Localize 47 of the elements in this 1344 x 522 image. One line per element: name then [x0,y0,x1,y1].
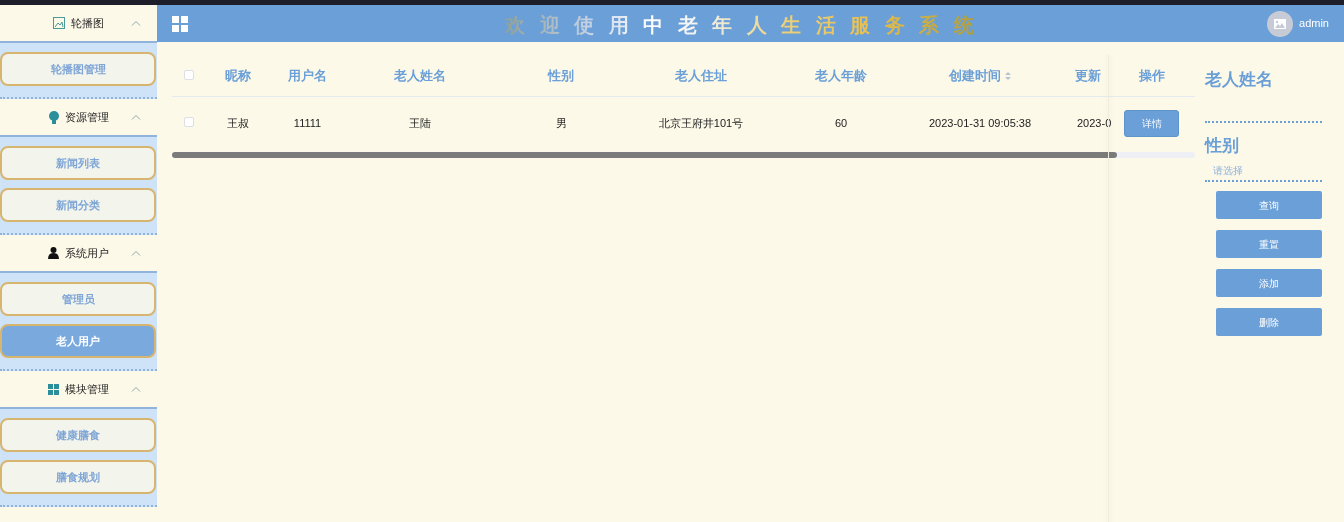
bulb-icon [48,110,59,124]
action-button[interactable]: 删除 [1216,308,1322,336]
menu-item[interactable]: 新闻分类 [0,188,156,222]
menu-item[interactable]: 管理员 [0,282,156,316]
username[interactable]: admin [1299,15,1329,32]
table-cell: 11111 [293,117,322,130]
table-cell: 北京王府井101号 [658,117,744,130]
column-header: 操作 [1138,67,1165,83]
action-button[interactable]: 重置 [1216,230,1322,258]
table-cell: 2023-01-31 09:05:38 [928,117,1032,130]
table-cell: 60 [834,117,848,130]
sort-icon[interactable] [1004,72,1011,81]
action-button[interactable]: 添加 [1216,269,1322,297]
field-label: 性别 [1205,134,1240,157]
horizontal-scrollbar[interactable] [172,152,1195,158]
checkbox[interactable] [183,117,194,128]
column-header: 老人姓名 [394,67,446,83]
action-button[interactable]: 查询 [1216,191,1322,219]
menu-item[interactable]: 新闻列表 [0,146,156,180]
field-label: 老人姓名 [1205,69,1274,91]
caret-icon [131,114,141,120]
sortable-column-header[interactable]: 创建时间 [949,67,1011,83]
menu-icon[interactable] [172,15,188,32]
user-icon [48,247,59,259]
caret-icon [131,386,141,392]
table-cell: 王叔 [226,117,249,130]
column-header: 昵称 [224,67,251,83]
select-field[interactable]: 请选择 [1205,160,1322,182]
menu-item[interactable]: 膳食规划 [0,460,156,494]
image-icon [53,17,65,29]
column-header: 老人年龄 [815,67,867,83]
column-header: 更新 [1075,67,1101,83]
table-cell: 男 [555,117,567,130]
column-header: 老人住址 [675,67,727,83]
caret-icon [131,20,141,26]
details-button[interactable]: 详情 [1124,110,1179,137]
menu-item[interactable]: 轮播图管理 [0,52,156,86]
menu-item[interactable]: 老人用户 [0,324,156,358]
caret-icon [131,250,141,256]
checkbox[interactable] [183,69,194,80]
table-cell: 2023-0 [1077,117,1112,130]
column-header: 性别 [548,67,574,83]
table-cell: 王陆 [409,117,431,130]
avatar-icon[interactable] [1267,10,1294,37]
menu-item[interactable]: 健康膳食 [0,418,156,452]
grid-icon [48,383,59,395]
column-header: 用户名 [288,67,327,83]
